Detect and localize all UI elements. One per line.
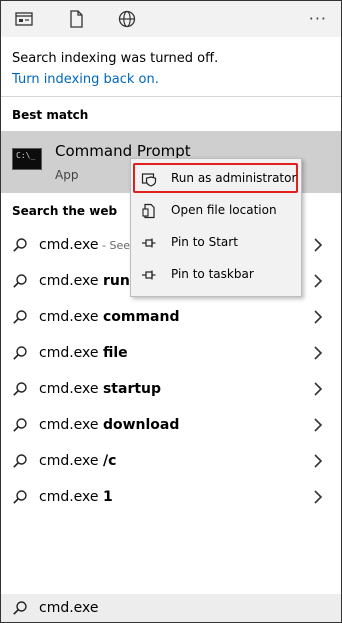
indexing-notice: Search indexing was turned off. (12, 51, 219, 66)
command-prompt-icon-text: C:\_ (16, 151, 36, 160)
search-icon (12, 381, 28, 397)
search-icon (12, 417, 28, 433)
web-suggestion-label: cmd.exe file (39, 345, 128, 361)
pin-to-taskbar-item[interactable]: Pin to taskbar (131, 260, 301, 290)
open-file-location-item[interactable]: Open file location (131, 196, 301, 226)
chevron-right-icon[interactable] (313, 237, 323, 253)
chevron-right-icon[interactable] (313, 273, 323, 289)
context-menu-label: Pin to taskbar (171, 267, 254, 281)
best-match-heading: Best match (12, 108, 89, 122)
suggestion-prefix: cmd.exe (39, 345, 103, 361)
chevron-right-icon[interactable] (313, 345, 323, 361)
pin-to-start-item[interactable]: Pin to Start (131, 228, 301, 258)
web-suggestion-label: cmd.exe startup (39, 381, 161, 397)
globe-icon[interactable] (117, 9, 137, 29)
web-suggestion-item[interactable]: cmd.exe file (1, 336, 341, 372)
search-icon (12, 489, 28, 505)
web-suggestion-label: cmd.exe /c (39, 453, 116, 469)
suggestion-prefix: cmd.exe (39, 273, 103, 289)
suggestion-hint: - See (98, 239, 130, 252)
suggestion-prefix: cmd.exe (39, 237, 99, 253)
context-menu-label: Run as administrator (171, 171, 297, 185)
context-menu: Run as administrator Open file location … (130, 158, 302, 297)
search-web-heading: Search the web (12, 204, 118, 218)
chevron-right-icon[interactable] (313, 453, 323, 469)
search-icon (12, 273, 28, 289)
suggestion-prefix: cmd.exe (39, 489, 103, 505)
chevron-right-icon[interactable] (313, 309, 323, 325)
web-suggestion-label: cmd.exe download (39, 417, 179, 433)
suggestion-prefix: cmd.exe (39, 309, 103, 325)
suggestion-suffix: startup (102, 381, 162, 397)
search-input[interactable]: cmd.exe (39, 600, 99, 616)
document-icon[interactable] (66, 9, 86, 29)
shield-icon (141, 171, 157, 187)
chevron-right-icon[interactable] (313, 489, 323, 505)
suggestion-suffix: download (102, 417, 180, 433)
more-options-icon[interactable]: ··· (309, 9, 327, 28)
web-suggestion-item[interactable]: cmd.exe 1 (1, 480, 341, 516)
search-icon (12, 309, 28, 325)
command-prompt-icon: C:\_ (12, 148, 42, 170)
suggestion-suffix: /c (102, 453, 117, 469)
best-match-subtitle: App (55, 168, 79, 182)
web-suggestion-label: cmd.exe run a (39, 273, 144, 289)
search-icon (12, 453, 28, 469)
search-box[interactable]: cmd.exe (1, 594, 341, 622)
suggestion-suffix: 1 (102, 489, 113, 505)
web-suggestion-item[interactable]: cmd.exe command (1, 300, 341, 336)
turn-indexing-on-link[interactable]: Turn indexing back on. (12, 72, 159, 87)
suggestion-prefix: cmd.exe (39, 453, 103, 469)
web-suggestion-label: cmd.exe - See (39, 237, 130, 253)
search-icon (12, 237, 28, 253)
web-suggestion-item[interactable]: cmd.exe /c (1, 444, 341, 480)
run-as-administrator-item[interactable]: Run as administrator (131, 164, 301, 194)
suggestion-suffix: file (102, 345, 128, 361)
pin-icon (141, 235, 157, 251)
search-icon (12, 345, 28, 361)
web-suggestion-label: cmd.exe command (39, 309, 180, 325)
suggestion-prefix: cmd.exe (39, 417, 103, 433)
pin-icon (141, 267, 157, 283)
web-suggestion-label: cmd.exe 1 (39, 489, 113, 505)
start-search-panel: ··· Search indexing was turned off. Turn… (0, 0, 342, 623)
search-filter-bar: ··· (1, 1, 341, 37)
search-icon (12, 600, 28, 616)
context-menu-label: Open file location (171, 203, 277, 217)
chevron-right-icon[interactable] (313, 381, 323, 397)
apps-icon[interactable] (14, 9, 34, 29)
web-suggestion-item[interactable]: cmd.exe download (1, 408, 341, 444)
file-location-icon (141, 203, 157, 219)
divider (1, 96, 341, 97)
chevron-right-icon[interactable] (313, 417, 323, 433)
suggestion-prefix: cmd.exe (39, 381, 103, 397)
suggestion-suffix: command (102, 309, 180, 325)
context-menu-label: Pin to Start (171, 235, 238, 249)
web-suggestion-item[interactable]: cmd.exe startup (1, 372, 341, 408)
